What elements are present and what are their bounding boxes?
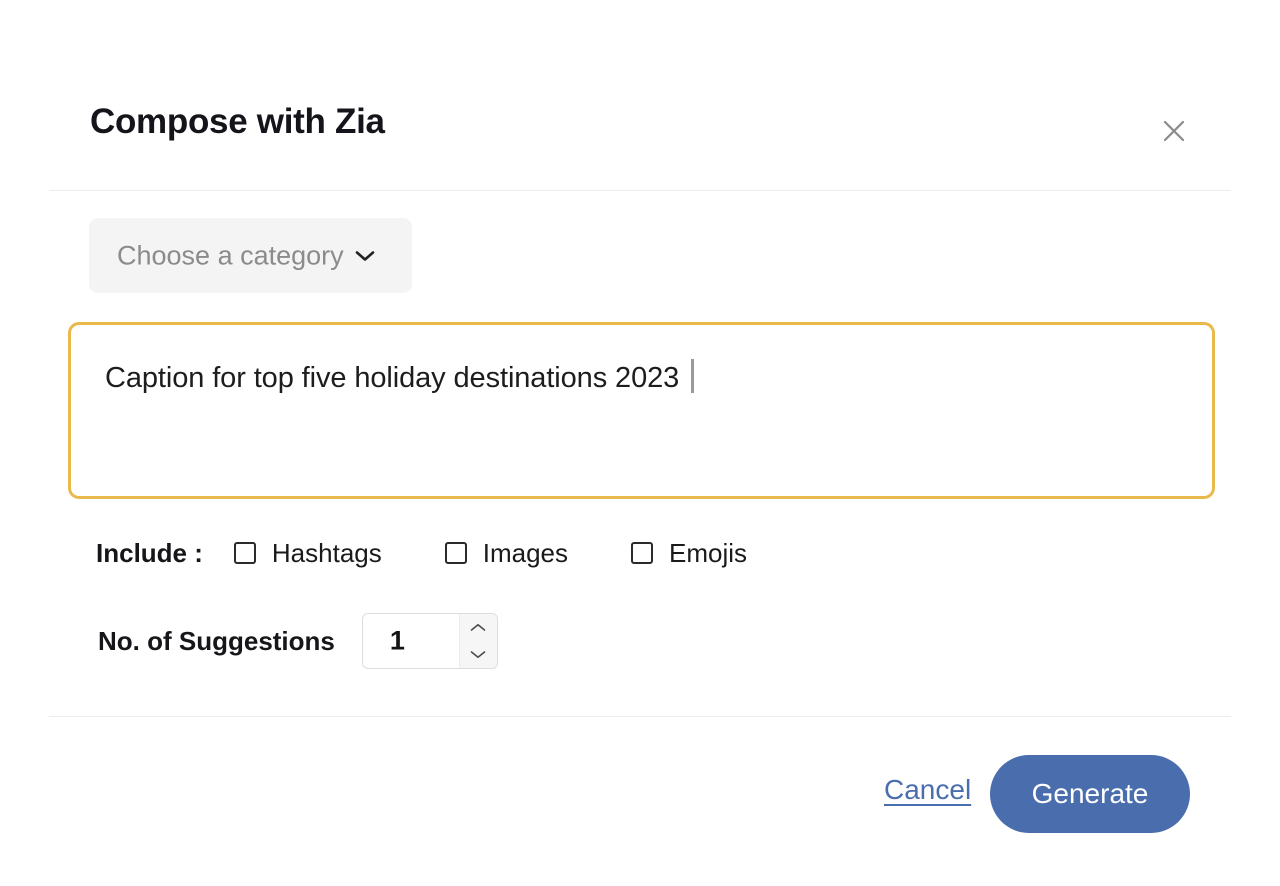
checkbox-label-images: Images — [482, 537, 569, 568]
category-dropdown-label: Choose a category — [117, 240, 344, 270]
stepper-increment-button[interactable] — [460, 614, 497, 641]
prompt-textarea[interactable]: Caption for top five holiday destination… — [68, 322, 1215, 499]
cancel-button[interactable]: Cancel — [884, 774, 971, 806]
checkbox-emojis[interactable]: Emojis — [631, 538, 747, 569]
include-label: Include : — [96, 537, 203, 568]
suggestions-value[interactable]: 1 — [390, 626, 405, 657]
category-dropdown[interactable]: Choose a category — [89, 218, 412, 293]
stepper-decrement-button[interactable] — [460, 641, 497, 668]
prompt-value: Caption for top five holiday destination… — [105, 362, 680, 394]
checkbox-label-hashtags: Hashtags — [271, 537, 382, 568]
suggestions-label: No. of Suggestions — [98, 625, 335, 656]
compose-with-zia-dialog: Compose with Zia Choose a category Capti… — [0, 0, 1280, 886]
suggestions-stepper[interactable]: 1 — [361, 613, 498, 669]
stepper-arrows — [458, 614, 497, 668]
checkbox-images[interactable]: Images — [444, 537, 569, 569]
dialog-footer: Cancel Generate — [0, 716, 1280, 886]
suggestions-row: No. of Suggestions 1 — [98, 613, 498, 669]
text-caret — [691, 359, 695, 393]
checkbox-box-icon[interactable] — [444, 542, 467, 564]
checkbox-box-icon[interactable] — [631, 542, 654, 564]
checkbox-box-icon[interactable] — [233, 542, 256, 564]
generate-button[interactable]: Generate — [990, 755, 1190, 833]
checkbox-hashtags[interactable]: Hashtags — [233, 537, 382, 569]
dialog-body: Choose a category Caption for top five h… — [0, 190, 1280, 716]
chevron-down-icon — [354, 249, 376, 263]
include-options-row: Include : Hashtags Images Emojis — [96, 535, 747, 571]
close-icon[interactable] — [1155, 112, 1193, 150]
checkbox-label-emojis: Emojis — [669, 537, 748, 568]
prompt-text-content: Caption for top five holiday destination… — [105, 359, 695, 396]
dialog-header: Compose with Zia — [0, 0, 1280, 190]
page-title: Compose with Zia — [90, 102, 385, 141]
